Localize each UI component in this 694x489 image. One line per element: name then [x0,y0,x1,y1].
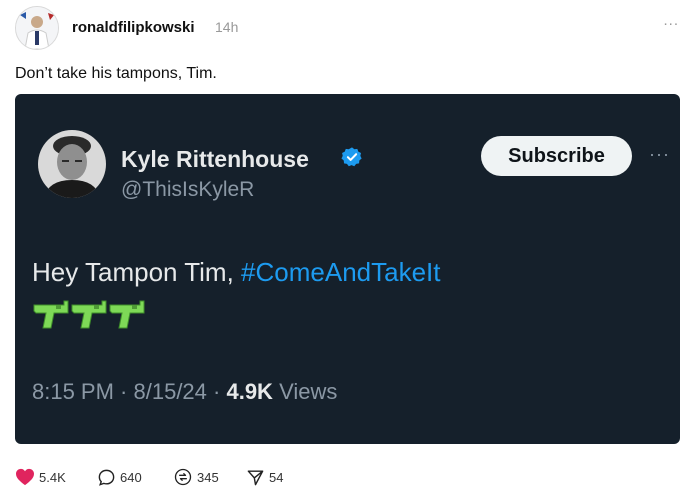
like-count: 5.4K [39,469,66,485]
post-actions: 5.4K 640 345 54 [15,466,415,488]
water-pistol-icon [109,300,145,329]
meta-separator: · [113,379,134,404]
water-pistol-icon [71,300,107,329]
post-header: ronaldfilipkowski 14h ... [15,6,679,50]
meta-separator: · [206,379,227,404]
embedded-tweet-image[interactable]: Kyle Rittenhouse @ThisIsKyleR Subscribe … [15,94,680,444]
verified-badge-icon [341,147,362,167]
repost-icon [174,468,192,486]
reply-button[interactable]: 640 [97,466,142,488]
like-button[interactable]: 5.4K [15,466,66,488]
tweet-author-handle: @ThisIsKyleR [121,178,255,201]
repost-button[interactable]: 345 [173,466,219,488]
avatar-image [16,7,58,49]
tweet-date: 8/15/24 [133,379,207,404]
share-count: 54 [269,469,284,485]
tweet-time: 8:15 PM [32,379,114,404]
post-timestamp: 14h [215,19,239,35]
tweet-emojis [32,297,146,331]
tweet-text-prefix: Hey Tampon Tim, [32,257,242,287]
heart-icon [16,468,34,486]
more-options-icon[interactable]: ... [663,12,679,29]
tweet-hashtag: #ComeAndTakeIt [241,257,441,287]
avatar[interactable] [15,6,59,50]
water-pistol-icon [33,300,69,329]
tweet-avatar-image [38,130,106,198]
tweet-views-label: Views [272,379,338,404]
comment-icon [98,469,115,486]
tweet-meta: 8:15 PM · 8/15/24 · 4.9K Views [32,379,337,405]
subscribe-button: Subscribe [481,136,632,176]
tweet-avatar [38,130,106,198]
repost-count: 345 [197,469,219,485]
reply-count: 640 [120,469,142,485]
tweet-text: Hey Tampon Tim, #ComeAndTakeIt [32,257,441,288]
tweet-views-count: 4.9K [226,379,273,404]
send-icon [247,469,264,485]
tweet-author-name: Kyle Rittenhouse [121,146,309,172]
tweet-more-icon: ··· [649,144,670,164]
post-caption: Don’t take his tampons, Tim. [15,65,217,82]
share-button[interactable]: 54 [246,466,283,488]
post-username[interactable]: ronaldfilipkowski [72,19,195,36]
